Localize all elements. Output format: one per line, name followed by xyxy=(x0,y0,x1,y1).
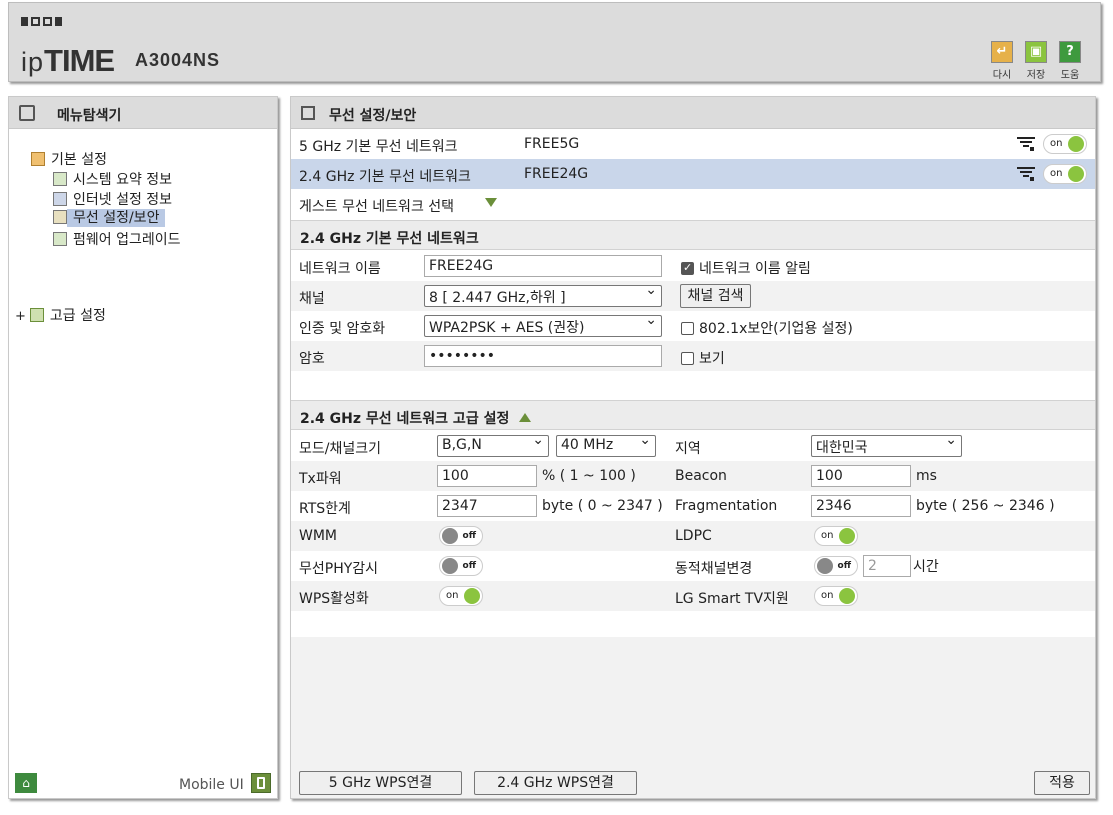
network-name-row: 네트워크 이름 FREE24G 네트워크 이름 알림 xyxy=(291,251,1095,281)
chart-icon xyxy=(53,172,67,186)
wifi-signal-icon[interactable] xyxy=(1017,167,1035,181)
region-select[interactable]: 대한민국 xyxy=(811,435,962,457)
channel-row: 채널 8 [ 2.447 GHz,하위 ] 채널 검색 xyxy=(291,281,1095,311)
menu-item-system-summary[interactable]: 시스템 요약 정보 xyxy=(53,169,172,189)
ssid-5ghz: FREE5G xyxy=(524,136,580,152)
broadcast-checkbox[interactable]: 네트워크 이름 알림 xyxy=(681,258,811,278)
help-button[interactable]: ? 도움 xyxy=(1057,41,1083,81)
lg-smart-tv-toggle[interactable]: on xyxy=(814,586,858,606)
beacon-input[interactable]: 100 xyxy=(811,465,911,487)
rts-input[interactable]: 2347 xyxy=(437,495,537,517)
mobile-ui-link[interactable]: Mobile UI xyxy=(179,777,244,793)
dot1x-checkbox[interactable]: 802.1x보안(기업용 설정) xyxy=(681,318,853,338)
auth-select[interactable]: WPA2PSK + AES (권장) xyxy=(424,315,662,337)
folder-icon xyxy=(31,152,45,166)
main-panel: 무선 설정/보안 5 GHz 기본 무선 네트워크 FREE5G on 2.4 … xyxy=(290,96,1096,799)
magnifier-icon xyxy=(19,105,35,121)
network-name-input[interactable]: FREE24G xyxy=(424,255,662,277)
checkbox-icon xyxy=(681,352,694,365)
channel-search-button[interactable]: 채널 검색 xyxy=(680,284,751,308)
folder-plus-icon xyxy=(29,308,44,322)
collapse-up-icon[interactable] xyxy=(519,413,532,422)
dynamic-channel-toggle[interactable]: off xyxy=(814,556,858,576)
mode-select[interactable]: B,G,N xyxy=(437,435,549,457)
mode-row: 모드/채널크기 B,G,N 40 MHz 지역 대한민국 xyxy=(291,431,1095,461)
channel-width-select[interactable]: 40 MHz xyxy=(556,435,656,457)
menu-group-advanced[interactable]: + 고급 설정 xyxy=(15,305,106,325)
page-icon xyxy=(301,106,315,120)
menu-explorer-title: 메뉴탐색기 xyxy=(57,108,122,124)
advanced-section-header[interactable]: 2.4 GHz 무선 네트워크 고급 설정 xyxy=(291,400,1095,430)
home-button[interactable]: ⌂ xyxy=(15,773,37,793)
tx-beacon-row: Tx파워 100 % ( 1 ~ 100 ) Beacon 100 ms xyxy=(291,461,1095,491)
toggle-24ghz[interactable]: on xyxy=(1043,164,1087,184)
ldpc-toggle[interactable]: on xyxy=(814,526,858,546)
main-header: 무선 설정/보안 xyxy=(291,97,1095,129)
wireless-icon xyxy=(53,210,67,224)
monitor-icon xyxy=(53,192,67,206)
checkbox-icon xyxy=(681,322,694,335)
expand-down-icon[interactable] xyxy=(485,198,497,207)
phy-dyn-row: 무선PHY감시 off 동적채널변경 off 2 시간 xyxy=(291,551,1095,581)
brand-logo: ipTIME xyxy=(21,43,115,78)
password-input[interactable]: •••••••• xyxy=(424,345,662,367)
page-title: 무선 설정/보안 xyxy=(329,108,417,124)
checkbox-checked-icon xyxy=(681,261,694,275)
home-icon: ⌂ xyxy=(22,776,30,790)
header-bar: ipTIME A3004NS ↵ 다시 ▣ 저장 ? 도움 xyxy=(8,2,1101,82)
mobile-icon[interactable] xyxy=(251,773,271,793)
network-row-24ghz[interactable]: 2.4 GHz 기본 무선 네트워크 FREE24G on xyxy=(291,159,1095,189)
save-button[interactable]: ▣ 저장 xyxy=(1023,41,1049,81)
menu-explorer-panel: 메뉴탐색기 기본 설정 시스템 요약 정보 인터넷 설정 정보 무선 설정/보안… xyxy=(8,96,278,799)
rts-frag-row: RTS한계 2347 byte ( 0 ~ 2347 ) Fragmentati… xyxy=(291,491,1095,521)
help-icon: ? xyxy=(1059,41,1081,63)
phy-monitor-toggle[interactable]: off xyxy=(439,556,483,576)
dynamic-channel-hours-input[interactable]: 2 xyxy=(863,555,911,577)
logo-mark xyxy=(21,17,62,26)
wmm-toggle[interactable]: off xyxy=(439,526,483,546)
basic-section-header: 2.4 GHz 기본 무선 네트워크 xyxy=(291,220,1095,250)
channel-select[interactable]: 8 [ 2.447 GHz,하위 ] xyxy=(424,285,662,307)
upgrade-icon xyxy=(53,232,67,246)
redo-button[interactable]: ↵ 다시 xyxy=(989,41,1015,81)
wifi-signal-icon[interactable] xyxy=(1017,137,1035,151)
wps-toggle[interactable]: on xyxy=(439,586,483,606)
password-row: 암호 •••••••• 보기 xyxy=(291,341,1095,371)
wps-5ghz-button[interactable]: 5 GHz WPS연결 xyxy=(299,771,462,795)
ssid-24ghz: FREE24G xyxy=(524,166,589,182)
auth-row: 인증 및 암호화 WPA2PSK + AES (권장) 802.1x보안(기업용… xyxy=(291,311,1095,341)
model-name: A3004NS xyxy=(135,50,221,70)
save-icon: ▣ xyxy=(1025,41,1047,63)
apply-button[interactable]: 적용 xyxy=(1034,771,1090,795)
menu-item-wireless-security[interactable]: 무선 설정/보안 xyxy=(53,207,166,227)
wps-24ghz-button[interactable]: 2.4 GHz WPS연결 xyxy=(474,771,637,795)
expand-icon[interactable]: + xyxy=(15,309,26,324)
redo-icon: ↵ xyxy=(991,41,1013,63)
fragmentation-input[interactable]: 2346 xyxy=(811,495,911,517)
guest-network-select[interactable]: 게스트 무선 네트워크 선택 xyxy=(291,189,1095,219)
menu-explorer-header: 메뉴탐색기 xyxy=(9,97,277,129)
show-password-checkbox[interactable]: 보기 xyxy=(681,348,725,368)
tx-power-input[interactable]: 100 xyxy=(437,465,537,487)
toggle-5ghz[interactable]: on xyxy=(1043,134,1087,154)
menu-item-firmware-upgrade[interactable]: 펌웨어 업그레이드 xyxy=(53,229,181,249)
wps-lg-row: WPS활성화 on LG Smart TV지원 on xyxy=(291,581,1095,611)
menu-group-basic[interactable]: 기본 설정 xyxy=(31,149,107,169)
wmm-ldpc-row: WMM off LDPC on xyxy=(291,521,1095,551)
menu-item-internet-info[interactable]: 인터넷 설정 정보 xyxy=(53,189,172,209)
network-row-5ghz[interactable]: 5 GHz 기본 무선 네트워크 FREE5G on xyxy=(291,129,1095,159)
